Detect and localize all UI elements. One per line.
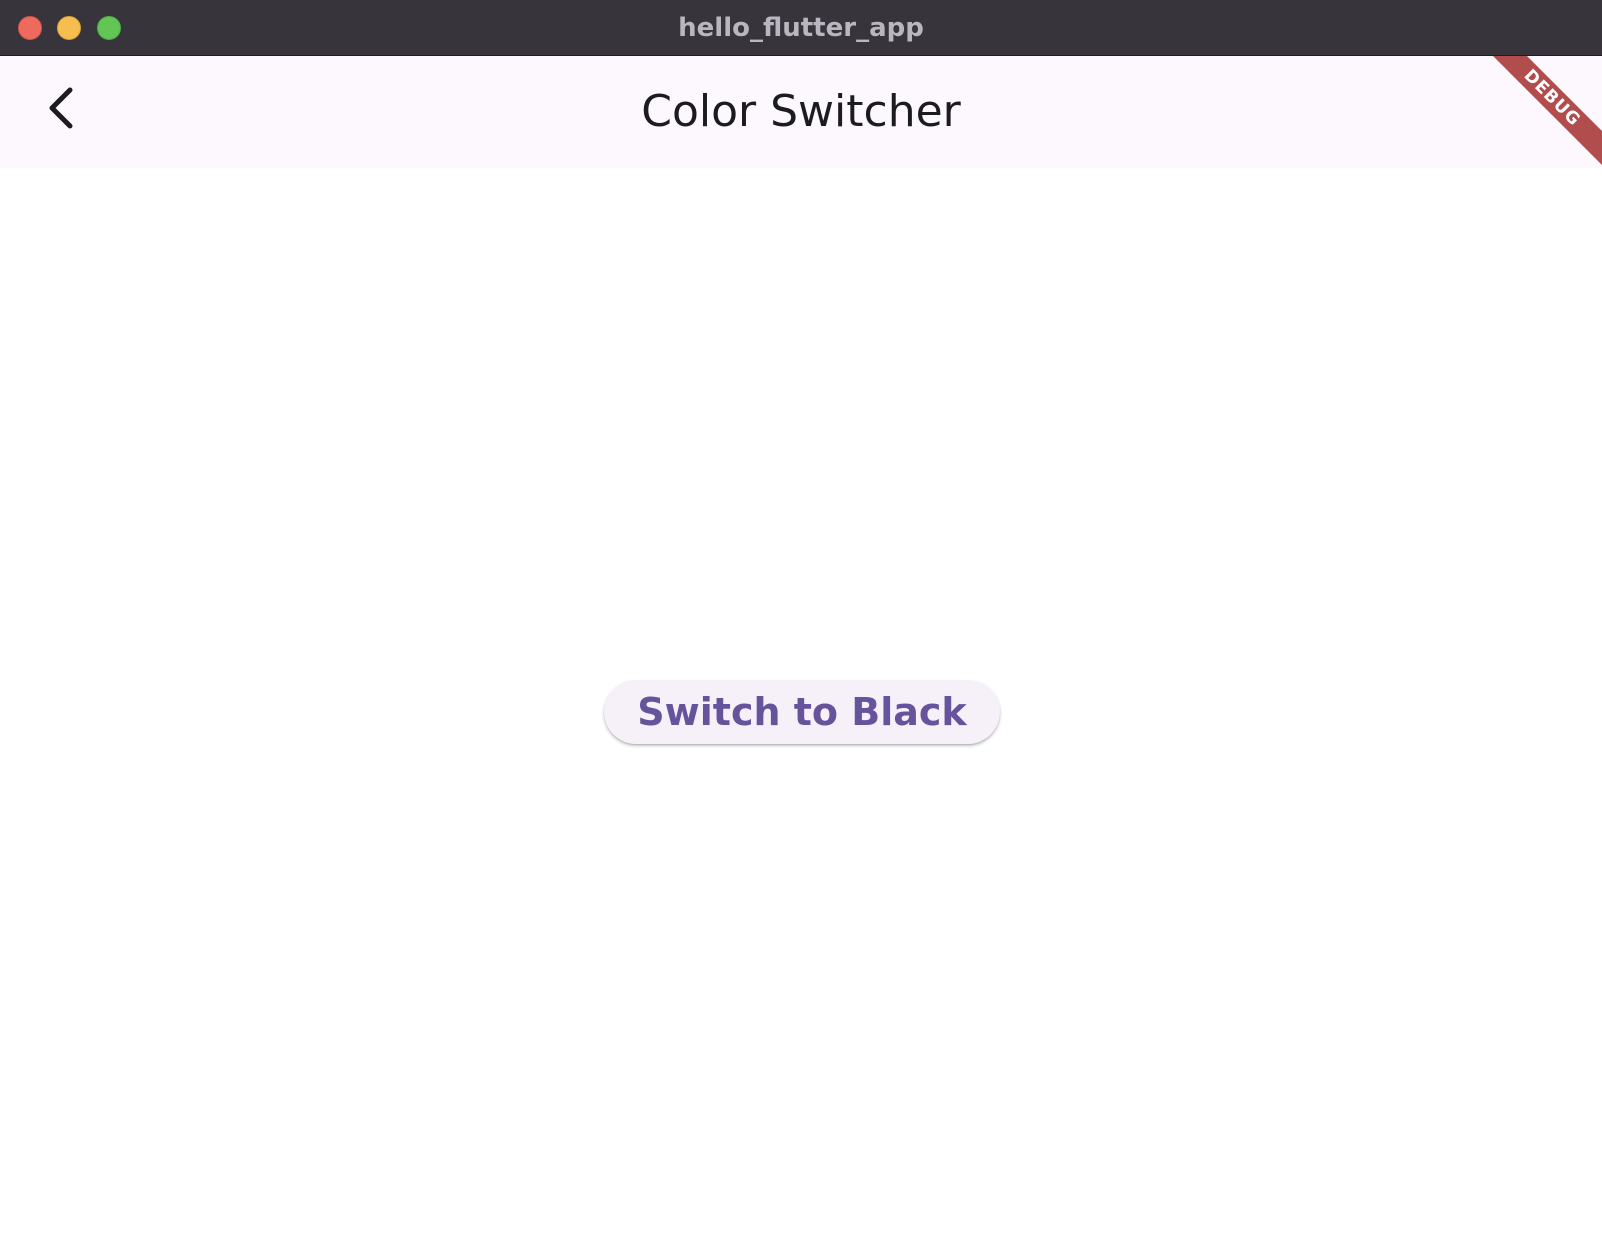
window-titlebar: hello_flutter_app bbox=[0, 0, 1602, 56]
window-title: hello_flutter_app bbox=[678, 13, 924, 43]
switch-color-button[interactable]: Switch to Black bbox=[604, 680, 1000, 744]
page-title: Color Switcher bbox=[641, 86, 961, 137]
main-content: Switch to Black bbox=[0, 168, 1602, 1254]
app-window: hello_flutter_app Color Switcher DEBUG S… bbox=[0, 0, 1602, 1254]
app-bar: Color Switcher bbox=[0, 56, 1602, 168]
